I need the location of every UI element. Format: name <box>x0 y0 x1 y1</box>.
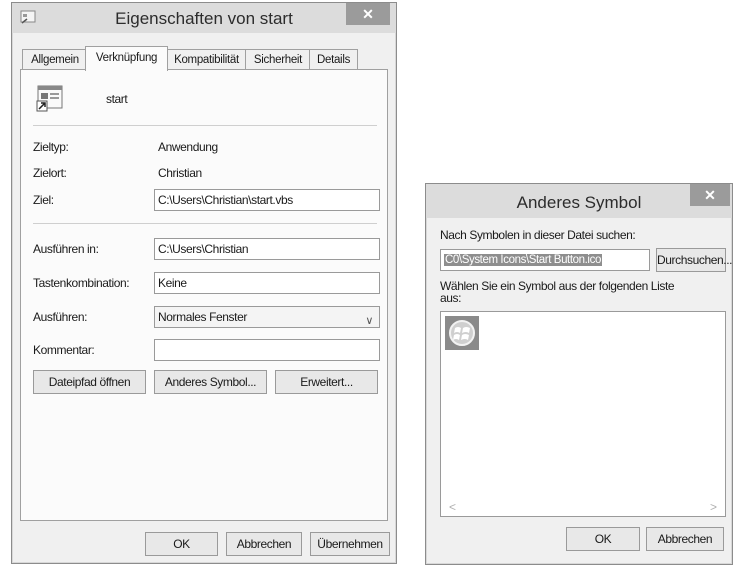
properties-dialog: Eigenschaften von start ✕ Allgemein Verk… <box>11 2 397 564</box>
properties-title: Eigenschaften von start <box>115 9 293 28</box>
shortcut-panel: start Zieltyp: Anwendung Zielort: Christ… <box>20 69 388 521</box>
durchsuchen-button[interactable]: Durchsuchen... <box>656 248 733 272</box>
change-icon-title: Anderes Symbol <box>516 193 642 212</box>
tab-allgemein[interactable]: Allgemein <box>22 49 88 70</box>
zieltyp-label: Zieltyp: <box>33 140 69 154</box>
icon-list-label: Wählen Sie ein Symbol aus der folgenden … <box>440 279 675 305</box>
ausfuehren-select[interactable]: Normales Fenster ∨ <box>154 306 380 328</box>
tastenkombination-label: Tastenkombination: <box>33 276 130 290</box>
tastenkombination-input[interactable]: Keine <box>154 272 380 294</box>
tab-details[interactable]: Details <box>309 49 358 70</box>
close-icon[interactable]: ✕ <box>346 3 390 25</box>
zieltyp-value: Anwendung <box>158 140 218 154</box>
scroll-right-icon[interactable]: > <box>710 500 717 514</box>
ausfuehren-in-input[interactable]: C:\Users\Christian <box>154 238 380 260</box>
icon-file-input[interactable]: C0\System Icons\Start Button.ico <box>440 249 650 271</box>
zielort-value: Christian <box>158 166 202 180</box>
tab-kompatibilitaet[interactable]: Kompatibilität <box>166 49 247 70</box>
tab-verknuepfung[interactable]: Verknüpfung <box>85 46 168 71</box>
uebernehmen-button[interactable]: Übernehmen <box>310 532 390 556</box>
kommentar-input[interactable] <box>154 339 380 361</box>
search-file-label: Nach Symbolen in dieser Datei suchen: <box>440 228 636 242</box>
anderes-symbol-button[interactable]: Anderes Symbol... <box>154 370 267 394</box>
tab-sicherheit[interactable]: Sicherheit <box>245 49 311 70</box>
separator <box>33 223 377 224</box>
change-icon-dialog: Anderes Symbol ✕ Nach Symbolen in dieser… <box>425 183 733 565</box>
shortcut-name: start <box>106 92 128 106</box>
scroll-left-icon[interactable]: < <box>449 500 456 514</box>
change-icon-titlebar[interactable]: Anderes Symbol ✕ <box>426 184 732 218</box>
ausfuehren-label: Ausführen: <box>33 310 88 324</box>
close-icon[interactable]: ✕ <box>690 184 730 206</box>
kommentar-label: Kommentar: <box>33 343 95 357</box>
properties-titlebar[interactable]: Eigenschaften von start ✕ <box>12 3 396 33</box>
ausfuehren-in-label: Ausführen in: <box>33 242 99 256</box>
ok-button[interactable]: OK <box>145 532 218 556</box>
erweitert-button[interactable]: Erweitert... <box>275 370 378 394</box>
separator <box>33 125 377 126</box>
zielort-label: Zielort: <box>33 166 67 180</box>
dateipfad-oeffnen-button[interactable]: Dateipfad öffnen <box>33 370 146 394</box>
ausfuehren-select-value: Normales Fenster <box>158 310 247 324</box>
ziel-label: Ziel: <box>33 193 54 207</box>
start-button-icon[interactable] <box>445 316 479 350</box>
chevron-down-icon: ∨ <box>365 315 373 327</box>
icon-listbox[interactable]: < > <box>440 311 726 517</box>
abbrechen-button[interactable]: Abbrechen <box>646 527 724 551</box>
shortcut-file-icon <box>36 85 63 112</box>
ok-button[interactable]: OK <box>566 527 640 551</box>
abbrechen-button[interactable]: Abbrechen <box>226 532 302 556</box>
icon-file-value: C0\System Icons\Start Button.ico <box>444 254 602 266</box>
ziel-input[interactable]: C:\Users\Christian\start.vbs <box>154 189 380 211</box>
